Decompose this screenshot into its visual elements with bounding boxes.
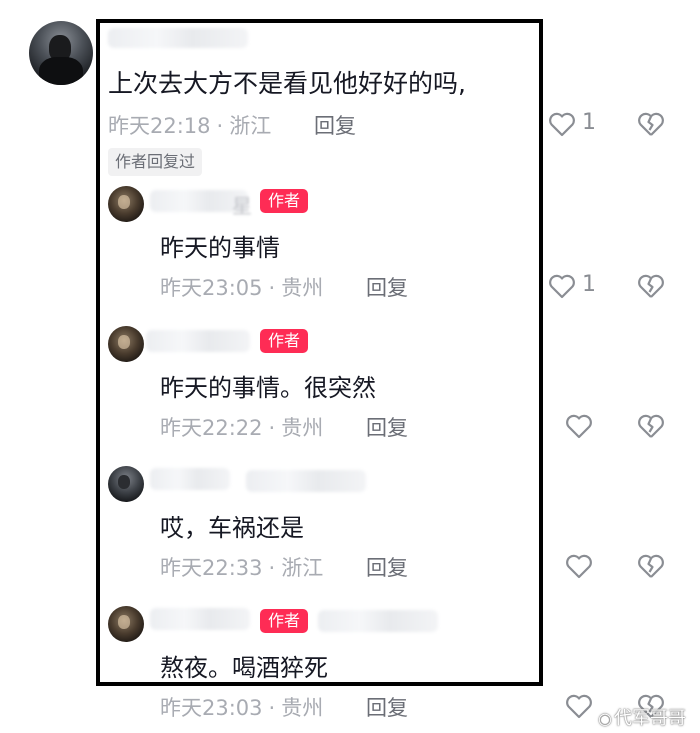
weibo-watermark: ◉ 代军哥哥: [598, 704, 686, 730]
reply-like-count: 1: [582, 272, 596, 297]
reply-reply-button[interactable]: 回复: [366, 272, 408, 302]
reply-text: 昨天的事情: [160, 234, 280, 262]
main-comment-like-count: 1: [582, 110, 596, 135]
weibo-icon: ◉: [598, 709, 612, 728]
reply-like-button[interactable]: [564, 692, 594, 720]
reply-like-button[interactable]: [564, 412, 594, 440]
heart-outline-icon: [566, 414, 592, 439]
heart-outline-icon: [566, 694, 592, 719]
reply-avatar[interactable]: [108, 606, 144, 642]
reply-name-blurred: [246, 470, 366, 492]
main-comment-reply-button[interactable]: 回复: [314, 110, 356, 140]
heart-outline-icon: [549, 112, 575, 137]
reply-time: 昨天22:33: [160, 556, 263, 580]
reply-avatar[interactable]: [108, 186, 144, 222]
main-comment-like-button[interactable]: [547, 110, 577, 138]
reply-dislike-button[interactable]: [636, 412, 666, 440]
reply-meta: 昨天23:03 · 贵州: [160, 696, 324, 720]
heart-outline-icon: [549, 274, 575, 299]
broken-heart-icon: [638, 554, 664, 578]
reply-meta: 昨天23:05 · 贵州: [160, 276, 324, 300]
reply-reply-button[interactable]: 回复: [366, 692, 408, 722]
reply-like-button[interactable]: [564, 552, 594, 580]
commenter-avatar[interactable]: [29, 21, 93, 85]
reply-text: 熬夜。喝酒猝死: [160, 654, 328, 682]
author-replied-tag: 作者回复过: [108, 148, 203, 176]
reply-time: 昨天22:22: [160, 416, 263, 440]
reply-name-blurred: [150, 608, 250, 630]
reply-name-blurred: [146, 330, 250, 352]
reply-location: 贵州: [281, 276, 324, 300]
main-comment-dislike-button[interactable]: [636, 110, 666, 138]
reply-time: 昨天23:03: [160, 696, 263, 720]
main-comment-meta: 昨天22:18 · 浙江: [108, 114, 272, 138]
author-badge: 作者: [260, 329, 309, 353]
reply-location: 贵州: [281, 416, 324, 440]
reply-time: 昨天23:05: [160, 276, 263, 300]
reply-name-blurred: [150, 468, 230, 490]
author-badge: 作者: [260, 609, 309, 633]
reply-like-button[interactable]: [547, 272, 577, 300]
reply-location: 浙江: [281, 556, 324, 580]
heart-outline-icon: [566, 554, 592, 579]
reply-meta: 昨天22:22 · 贵州: [160, 416, 324, 440]
broken-heart-icon: [638, 414, 664, 438]
reply-dislike-button[interactable]: [636, 552, 666, 580]
watermark-text: 代军哥哥: [613, 708, 686, 729]
reply-name-fragment: 星: [232, 194, 252, 218]
reply-avatar[interactable]: [108, 326, 144, 362]
commenter-name-blurred: [108, 28, 248, 48]
reply-meta: 昨天22:33 · 浙江: [160, 556, 324, 580]
reply-text: 哎，车祸还是: [160, 514, 304, 542]
reply-reply-button[interactable]: 回复: [366, 552, 408, 582]
reply-target-name-blurred: [318, 610, 438, 632]
main-comment-location: 浙江: [229, 114, 272, 138]
reply-avatar[interactable]: [108, 466, 144, 502]
broken-heart-icon: [638, 112, 664, 136]
main-comment-text: 上次去大方不是看见他好好的吗,: [108, 69, 466, 98]
broken-heart-icon: [638, 274, 664, 298]
reply-text: 昨天的事情。很突然: [160, 374, 376, 402]
reply-location: 贵州: [281, 696, 324, 720]
main-comment-time: 昨天22:18: [108, 114, 211, 138]
author-badge: 作者: [260, 189, 309, 213]
reply-reply-button[interactable]: 回复: [366, 412, 408, 442]
reply-dislike-button[interactable]: [636, 272, 666, 300]
